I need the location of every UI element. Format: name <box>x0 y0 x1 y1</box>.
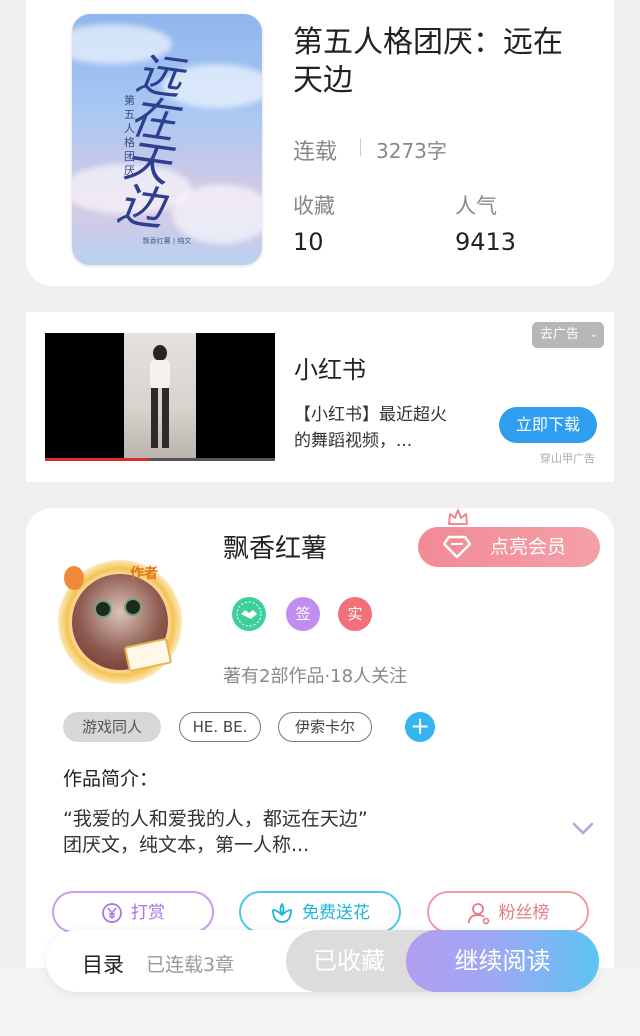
ad-figure <box>153 345 167 361</box>
yen-coin-icon <box>102 903 122 923</box>
ad-title: 小红书 <box>294 356 366 384</box>
avatar-author-tag: 作者 <box>130 566 158 582</box>
book-cover[interactable]: 远在天边 第五人格团厌 飘香红薯 | 纯文 <box>72 14 262 265</box>
cloud-shape <box>172 184 262 244</box>
favorites-label: 收藏 <box>293 194 335 218</box>
tip-button[interactable]: 打赏 <box>52 891 214 933</box>
avatar-eye <box>94 600 112 618</box>
remove-ad-label: 去广告 <box>540 327 580 342</box>
fans-label: 粉丝榜 <box>498 903 550 923</box>
intro-text[interactable]: “我爱的人和爱我的人，都远在天边” 团厌文，纯文本，第一人称... <box>63 806 543 858</box>
flower-label: 免费送花 <box>302 903 370 923</box>
intro-line: 团厌文，纯文本，第一人称... <box>63 834 310 856</box>
ad-description: 【小红书】最近超火的舞蹈视频，... <box>294 405 447 451</box>
chevron-down-icon[interactable] <box>572 822 594 836</box>
book-word-count: 3273字 <box>376 139 447 163</box>
ad-progress-bar <box>45 458 149 461</box>
popularity-label: 人气 <box>455 194 497 218</box>
avatar-eye <box>124 598 142 616</box>
sign-badge[interactable]: 签 <box>286 597 320 631</box>
intro-title: 作品简介： <box>63 768 159 790</box>
vip-button-label: 点亮会员 <box>490 536 567 558</box>
add-tag-button[interactable]: + <box>405 712 435 742</box>
popularity-value: 9413 <box>455 228 517 256</box>
tag-item[interactable]: 游戏同人 <box>63 712 161 742</box>
handshake-icon <box>232 597 266 631</box>
tip-label: 打赏 <box>131 903 165 923</box>
sign-badge-text: 签 <box>295 605 311 623</box>
user-icon <box>467 903 489 925</box>
author-meta: 著有2部作品·18人关注 <box>223 666 408 687</box>
tag-item[interactable]: 伊索卡尔 <box>278 712 372 742</box>
favorites-value: 10 <box>293 228 324 256</box>
verified-badge[interactable]: 实 <box>338 597 372 631</box>
handshake-icon[interactable] <box>232 597 266 631</box>
book-title: 第五人格团厌：远在天边 <box>293 25 563 98</box>
diamond-icon <box>443 535 471 559</box>
ad-source: 穿山甲广告 <box>540 452 595 465</box>
balloon-icon <box>64 566 84 590</box>
fans-ranking-button[interactable]: 粉丝榜 <box>427 891 589 933</box>
ad-download-button[interactable]: 立即下载 <box>499 407 597 443</box>
chapter-count[interactable]: 已连载3章 <box>146 950 234 977</box>
send-flower-button[interactable]: 免费送花 <box>239 891 401 933</box>
cover-author: 飘香红薯 | 纯文 <box>142 237 192 245</box>
intro-line: “我爱的人和爱我的人，都远在天边” <box>63 808 368 830</box>
plus-icon: + <box>409 712 431 740</box>
tag-item[interactable]: HE. BE. <box>179 712 261 742</box>
continue-reading-button[interactable]: 继续阅读 <box>406 930 599 992</box>
author-name[interactable]: 飘香红薯 <box>223 528 327 565</box>
toc-button[interactable]: 目录 <box>82 949 124 979</box>
flower-icon <box>272 903 292 923</box>
verified-badge-text: 实 <box>347 605 363 623</box>
remove-ad-button[interactable]: 去广告 ⌄ <box>532 322 604 348</box>
ad-figure <box>150 360 170 388</box>
ad-figure <box>151 388 169 448</box>
divider <box>360 138 361 156</box>
book-status: 连载 <box>293 140 338 165</box>
crown-icon <box>448 509 468 525</box>
cover-subtitle: 第五人格团厌 <box>124 94 135 177</box>
chevron-down-icon: ⌄ <box>589 329 598 340</box>
